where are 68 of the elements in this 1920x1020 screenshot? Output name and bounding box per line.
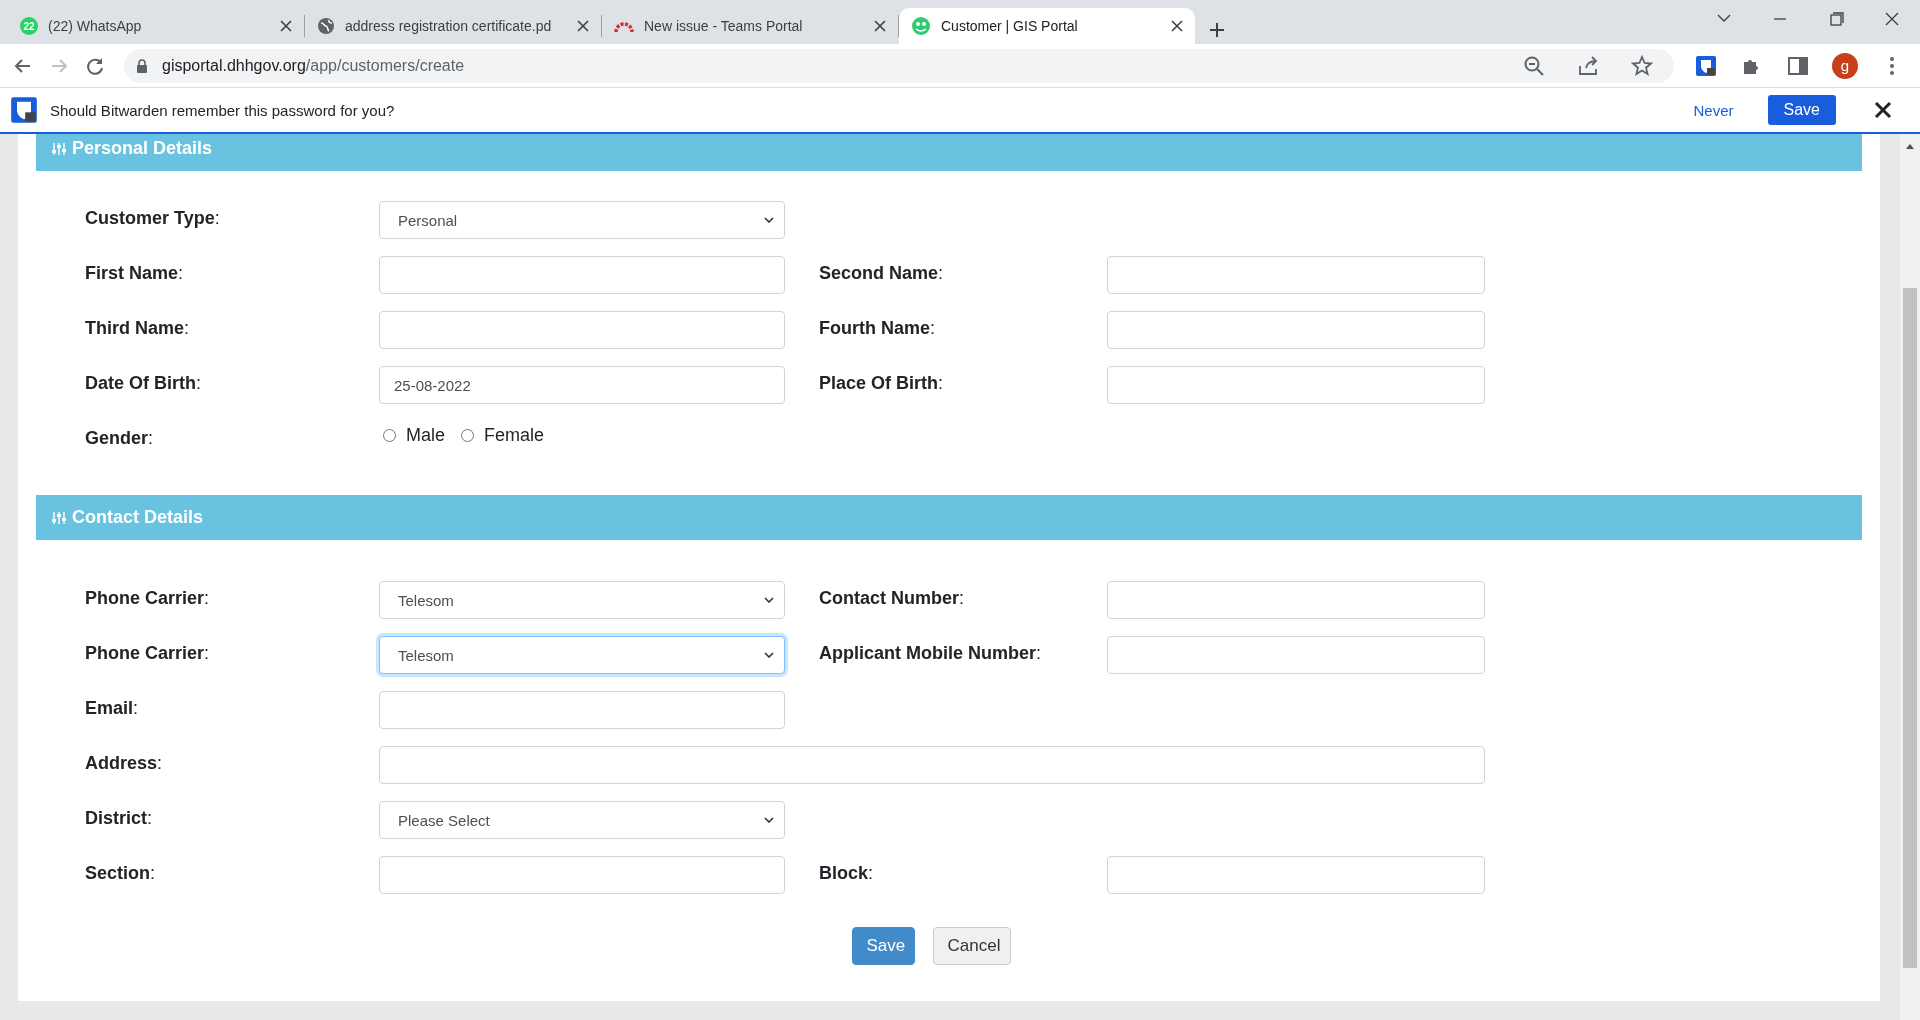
dropdown[interactable]: Telesom: [379, 636, 785, 674]
cancel-button[interactable]: Cancel: [932, 927, 1011, 965]
chevron-icon: [764, 817, 774, 823]
field-label: District:: [85, 807, 154, 830]
save-button[interactable]: Save: [1767, 95, 1836, 125]
chevron-icon: [764, 652, 774, 658]
browser-tab[interactable]: address registration certificate.pd: [305, 8, 601, 44]
input-field[interactable]: [379, 311, 785, 349]
field-label: Email:: [85, 697, 140, 720]
field-label: Section:: [85, 862, 157, 885]
dropdown[interactable]: Please Select: [379, 801, 785, 839]
shield-icon: [10, 96, 38, 124]
field-label: Applicant Mobile Number:: [819, 642, 1043, 665]
close-icon[interactable]: [1171, 20, 1183, 32]
dropdown[interactable]: Telesom: [379, 581, 785, 619]
lock-icon[interactable]: [136, 58, 148, 73]
input-field[interactable]: [1107, 636, 1485, 674]
shield-icon[interactable]: [1694, 53, 1718, 78]
field-label: Phone Carrier:: [85, 642, 211, 665]
field-label: Address:: [85, 752, 164, 775]
radio-label[interactable]: Male: [406, 425, 445, 446]
input-field[interactable]: [379, 746, 1485, 784]
plus-icon[interactable]: [1209, 22, 1225, 38]
close-icon[interactable]: [874, 20, 886, 32]
field-label: Phone Carrier:: [85, 587, 211, 610]
arc-icon: [614, 19, 634, 33]
radio-label[interactable]: Female: [484, 425, 545, 446]
sliders-icon: [52, 141, 66, 156]
field-label: Date Of Birth:: [85, 372, 203, 395]
chevron-icon: [764, 597, 774, 603]
scrollbar[interactable]: [1900, 134, 1920, 1020]
input-field[interactable]: [1107, 856, 1485, 894]
sliders-icon: [52, 510, 66, 525]
input-field[interactable]: [1107, 581, 1485, 619]
field-label: First Name:: [85, 262, 185, 285]
input-field[interactable]: 25-08-2022: [379, 366, 785, 404]
field-label: Contact Number:: [819, 587, 966, 610]
never-link[interactable]: Never: [1687, 100, 1740, 120]
section-title: Contact Details: [72, 507, 204, 528]
input-field[interactable]: [1107, 311, 1485, 349]
field-label: Block:: [819, 862, 875, 885]
share-icon[interactable]: [1576, 53, 1600, 78]
close-icon[interactable]: [280, 20, 292, 32]
input-field[interactable]: [1107, 256, 1485, 294]
close-icon[interactable]: [577, 20, 589, 32]
input-field[interactable]: [1107, 366, 1485, 404]
browser-tab[interactable]: 22 (22) WhatsApp: [8, 8, 304, 44]
star-icon[interactable]: [1630, 53, 1654, 78]
field-label: Second Name:: [819, 262, 945, 285]
scroll-up-icon[interactable]: [1905, 142, 1915, 150]
section-title: Personal Details: [72, 138, 213, 159]
profile-avatar[interactable]: g: [1832, 52, 1858, 79]
chevron-icon: [764, 217, 774, 223]
dropdown[interactable]: Personal: [379, 201, 785, 239]
close-icon[interactable]: [1874, 101, 1892, 119]
prompt-message: Should Bitwarden remember this password for you?: [50, 101, 396, 119]
input-field[interactable]: [379, 856, 785, 894]
field-label: Place Of Birth:: [819, 372, 945, 395]
field-label: Gender:: [85, 427, 155, 450]
browser-tab[interactable]: Customer | GIS Portal: [899, 8, 1195, 44]
input-field[interactable]: [379, 256, 785, 294]
field-label: Third Name:: [85, 317, 191, 340]
field-label: Customer Type:: [85, 207, 221, 230]
browser-tab[interactable]: New issue - Teams Portal: [602, 8, 898, 44]
count-badge: 22: [20, 17, 38, 35]
input-field[interactable]: [379, 691, 785, 729]
save-button[interactable]: Save: [851, 927, 915, 965]
field-label: Fourth Name:: [819, 317, 937, 340]
